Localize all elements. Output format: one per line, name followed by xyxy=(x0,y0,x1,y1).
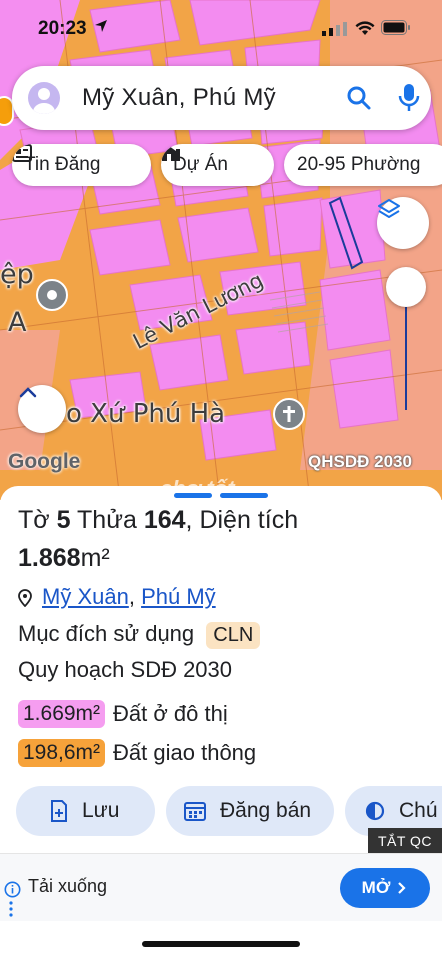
battery-icon xyxy=(381,20,410,35)
more-vertical-icon[interactable] xyxy=(9,900,13,918)
sheet-number: 5 xyxy=(56,506,71,534)
search-bar[interactable]: Mỹ Xuân, Phú Mỹ xyxy=(12,66,431,130)
zone-name: Đất giao thông xyxy=(113,740,257,765)
map-label: ệp xyxy=(0,259,34,290)
area-label: Diện tích xyxy=(199,506,299,534)
parcel-address: Mỹ Xuân, Phú Mỹ xyxy=(18,584,216,610)
church-label: o Xứ Phú Hà xyxy=(66,399,226,429)
ad-banner[interactable]: Tải xuống MỞ xyxy=(0,853,442,921)
hide-ads-button[interactable]: TẮT QC xyxy=(368,828,442,854)
chip-tin-dang[interactable]: Tin Đăng xyxy=(12,144,151,186)
button-label: Lưu xyxy=(82,799,120,822)
chevron-up-icon xyxy=(19,387,37,398)
parcel-sheet: chợ tốt Tờ 5 Thửa 164, Diện tích 1.868m²… xyxy=(0,476,442,960)
chip-label: Dự Án xyxy=(173,154,228,175)
purpose-badge: CLN xyxy=(206,622,261,649)
map-label: A xyxy=(8,307,27,338)
avatar-icon xyxy=(33,88,55,114)
zone-row: 198,6m² Đất giao thông xyxy=(18,739,256,767)
zone-area: 198,6m² xyxy=(18,739,106,767)
signal-icon xyxy=(322,22,347,36)
home-indicator[interactable] xyxy=(142,941,300,947)
building-icon xyxy=(162,146,180,161)
bookmark-add-icon xyxy=(51,800,67,822)
status-time: 20:23 xyxy=(38,18,87,39)
church-cross-icon[interactable] xyxy=(273,398,305,430)
area-unit: m² xyxy=(80,544,110,572)
chip-label: 20-95 Phường xyxy=(297,154,421,175)
chip-du-an[interactable]: Dự Án xyxy=(161,144,274,186)
opacity-slider-knob[interactable] xyxy=(386,267,426,307)
chevron-right-icon xyxy=(398,882,406,894)
zone-name: Đất ở đô thị xyxy=(113,701,228,726)
layers-button[interactable] xyxy=(377,197,429,249)
open-ad-button[interactable]: MỞ xyxy=(340,868,430,908)
zone-row: 1.669m² Đất ở đô thị xyxy=(18,700,228,728)
button-label: MỞ xyxy=(361,878,391,897)
plan-label: Quy hoạch SDĐ 2030 xyxy=(18,657,233,682)
parcel-area: 1.868m² xyxy=(18,544,110,573)
sheet-label: Tờ xyxy=(18,506,50,534)
search-input[interactable]: Mỹ Xuân, Phú Mỹ xyxy=(82,84,276,112)
location-pin-icon xyxy=(18,589,32,607)
area-value: 1.868 xyxy=(18,544,81,572)
parcel-number: 164 xyxy=(143,506,186,534)
opacity-slider-track[interactable] xyxy=(405,300,407,410)
ward-link[interactable]: Mỹ Xuân xyxy=(42,584,129,610)
sheet-handle[interactable] xyxy=(220,493,268,498)
plan-layer-label: QHSDĐ 2030 xyxy=(308,452,412,471)
parcel-title: Tờ 5 Thửa 164, Diện tích xyxy=(18,506,299,534)
info-icon[interactable] xyxy=(4,881,21,898)
district-link[interactable]: Phú Mỹ xyxy=(141,584,216,610)
chip-phuong[interactable]: 20-95 Phường xyxy=(284,144,442,186)
cross-icon xyxy=(283,406,295,422)
newspaper-icon xyxy=(12,144,32,162)
map-view[interactable]: 20:23 Mỹ Xuân, Phú Mỹ Tin Đăng Dự Án 20-… xyxy=(0,0,442,500)
layers-icon xyxy=(378,199,400,218)
watermark: chợ tốt xyxy=(160,476,235,501)
wifi-icon xyxy=(355,21,375,35)
search-icon[interactable] xyxy=(346,85,372,111)
google-logo: Google xyxy=(8,450,81,473)
calendar-icon xyxy=(184,802,206,821)
button-label: Chú xyxy=(399,799,438,822)
place-pin-icon[interactable] xyxy=(36,279,68,311)
save-button[interactable]: Lưu xyxy=(16,786,155,836)
avatar[interactable] xyxy=(28,82,60,114)
post-sale-button[interactable]: Đăng bán xyxy=(166,786,334,836)
expand-up-button[interactable] xyxy=(18,385,66,433)
chip-label: Tin Đăng xyxy=(24,154,101,175)
microphone-icon[interactable] xyxy=(398,83,420,113)
purpose-label: Mục đích sử dụng xyxy=(18,621,195,646)
zone-area: 1.669m² xyxy=(18,700,106,728)
button-label: Đăng bán xyxy=(220,799,312,822)
location-arrow-icon xyxy=(95,20,107,32)
parcel-label: Thửa xyxy=(77,506,137,534)
land-purpose: Mục đích sử dụng CLN xyxy=(18,621,261,649)
half-circle-icon xyxy=(365,801,385,821)
ad-text: Tải xuống xyxy=(28,876,108,896)
status-bar: 20:23 xyxy=(0,0,442,58)
sheet-handle[interactable] xyxy=(174,493,212,498)
